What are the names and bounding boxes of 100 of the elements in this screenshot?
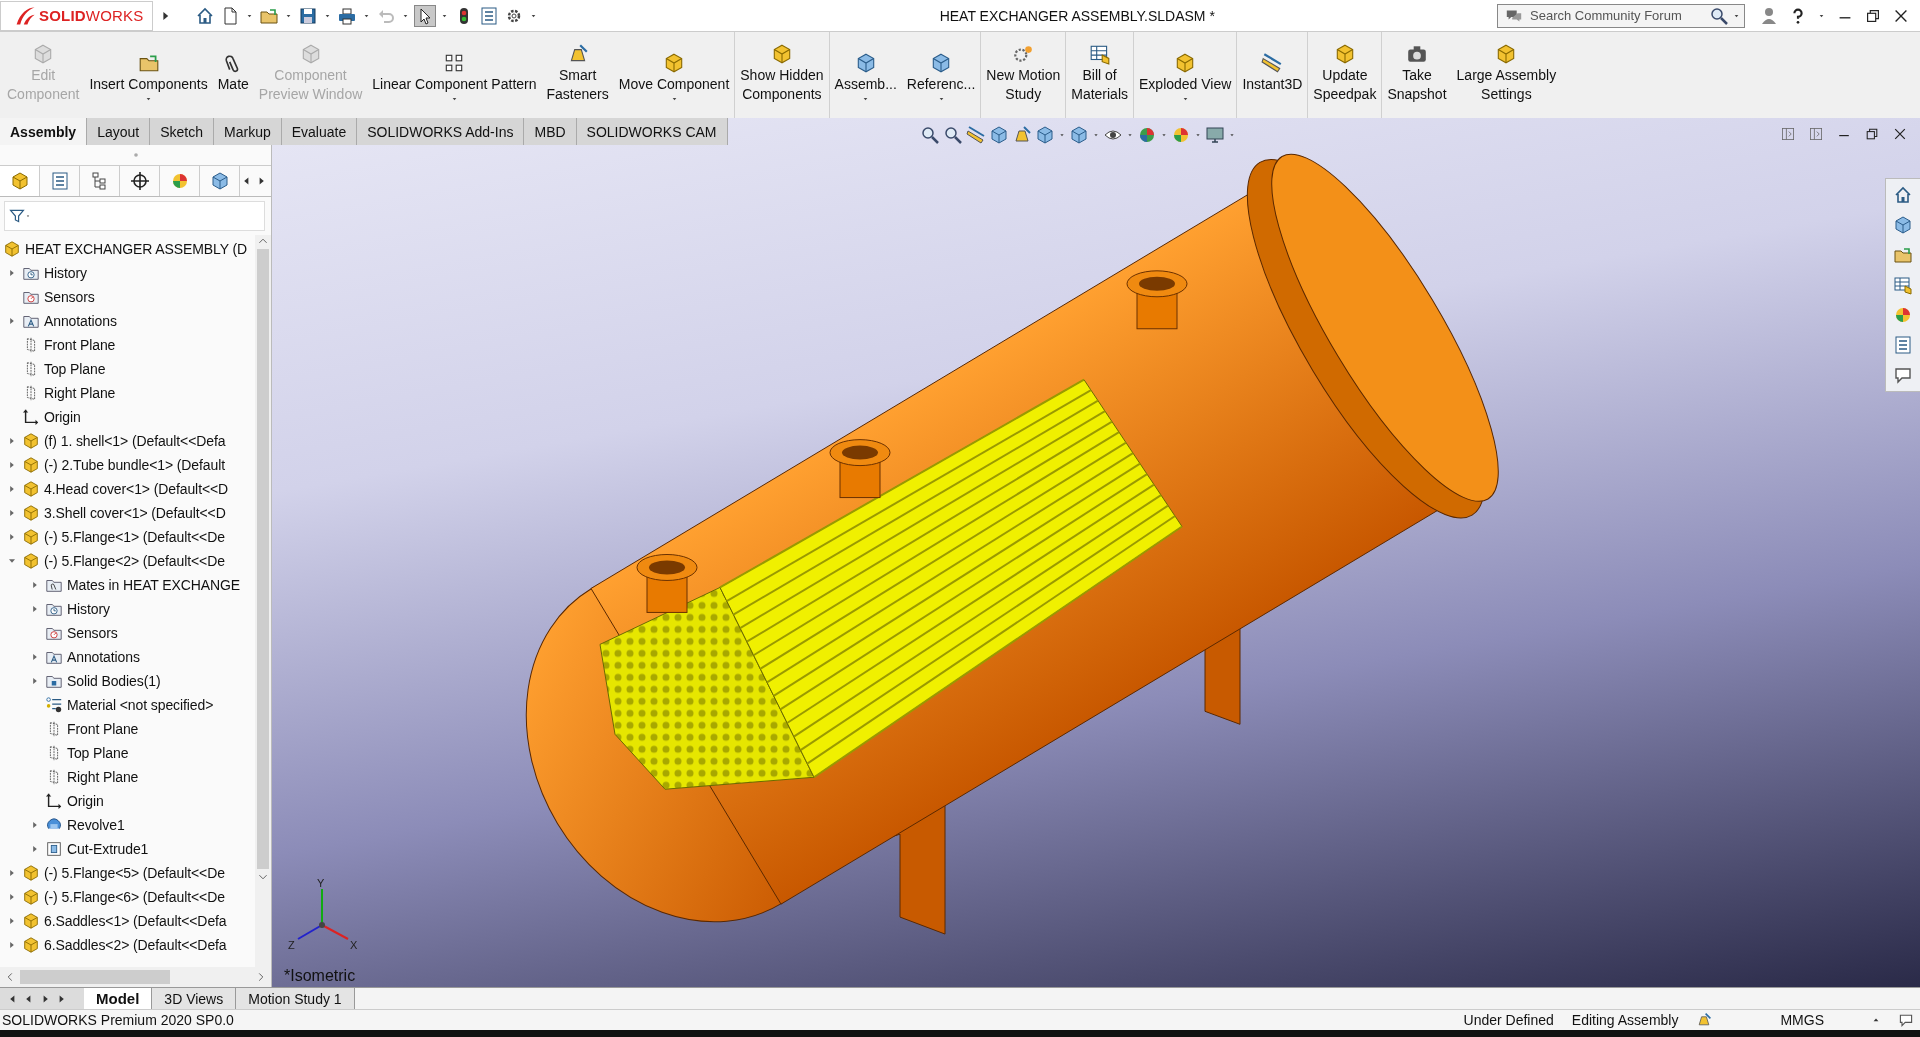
command-button[interactable]: Bill of Materials — [1066, 32, 1133, 118]
search-field[interactable]: Search Community Forum — [1497, 3, 1745, 28]
tree-item[interactable]: Top Plane — [44, 361, 106, 377]
speech-bubble-icon[interactable] — [1898, 1012, 1914, 1028]
speech-bubble-icon[interactable] — [1893, 365, 1913, 385]
tree-item[interactable]: Front Plane — [44, 337, 116, 353]
command-button[interactable]: Exploded View — [1134, 32, 1237, 118]
tree-item[interactable]: 3.Shell cover<1> (Default<<D — [44, 505, 226, 521]
cube-icon — [663, 52, 685, 74]
crosshair-icon[interactable] — [129, 171, 150, 191]
tree-item[interactable]: Origin — [44, 409, 81, 425]
command-button[interactable]: Instant3D — [1237, 32, 1308, 118]
tab[interactable]: MBD — [524, 118, 577, 145]
command-button[interactable]: Mate — [212, 32, 254, 118]
panel-icon[interactable] — [1808, 126, 1824, 142]
vertical-scrollbar[interactable] — [255, 235, 271, 967]
tree-item[interactable]: (-) 5.Flange<6> (Default<<De — [44, 889, 225, 905]
search-icon[interactable] — [1709, 5, 1729, 26]
tree-item[interactable]: 6.Saddles<2> (Default<<Defa — [44, 937, 227, 953]
tree-item[interactable]: History — [44, 265, 87, 281]
tree-item[interactable]: Right Plane — [67, 769, 139, 785]
cube-icon[interactable] — [1069, 125, 1089, 145]
horizontal-scrollbar[interactable] — [0, 967, 271, 987]
house-icon[interactable] — [1893, 185, 1913, 205]
command-button[interactable]: Smart Fasteners — [541, 32, 614, 118]
tab[interactable]: Evaluate — [281, 118, 358, 145]
monitor-icon[interactable] — [1205, 125, 1225, 145]
magnifier-icon[interactable] — [920, 125, 940, 145]
list-icon[interactable] — [1893, 335, 1913, 355]
tree-item[interactable]: HEAT EXCHANGER ASSEMBLY (D — [25, 241, 247, 257]
list-icon[interactable] — [478, 5, 499, 26]
tab[interactable]: Model — [84, 988, 153, 1009]
close-icon[interactable] — [1892, 126, 1908, 142]
scroll-thumb[interactable] — [20, 970, 170, 984]
tree-item[interactable]: (-) 5.Flange<1> (Default<<De — [44, 529, 225, 545]
command-button[interactable]: Linear Component Pattern — [367, 32, 542, 118]
tree-item[interactable]: Top Plane — [67, 745, 129, 761]
user-icon[interactable] — [1759, 5, 1779, 26]
tree-item[interactable]: (f) 1. shell<1> (Default<<Defa — [44, 433, 226, 449]
restore-icon[interactable] — [1864, 126, 1880, 142]
cube-icon[interactable] — [9, 171, 30, 191]
assembly-icon — [3, 240, 21, 258]
tab[interactable]: Markup — [214, 118, 282, 145]
tree-item[interactable]: Annotations — [44, 313, 117, 329]
tree-item[interactable]: Sensors — [44, 289, 95, 305]
cube-icon[interactable] — [1035, 125, 1055, 145]
save-icon[interactable] — [297, 5, 318, 26]
cube-icon[interactable] — [1893, 215, 1913, 235]
command-button[interactable]: Referenc... — [901, 32, 981, 118]
grip-dot-icon[interactable] — [132, 152, 139, 158]
filter-icon[interactable] — [9, 208, 25, 224]
tree-item[interactable]: Front Plane — [67, 721, 139, 737]
tree-item[interactable]: Right Plane — [44, 385, 116, 401]
command-button[interactable]: Insert Components — [84, 32, 213, 118]
status-text: Editing Assembly — [1571, 1012, 1679, 1028]
color-wheel-icon[interactable] — [1893, 305, 1913, 325]
tree-item[interactable]: Mates in HEAT EXCHANGE — [67, 577, 241, 593]
caret-up-icon[interactable] — [1872, 1016, 1880, 1024]
units-button[interactable]: MMGS — [1780, 1012, 1824, 1028]
tree-item[interactable]: (-) 2.Tube bundle<1> (Default — [44, 457, 226, 473]
tab[interactable]: Layout — [87, 118, 151, 145]
tab[interactable]: Sketch — [150, 118, 214, 145]
tree-item[interactable]: Origin — [67, 793, 104, 809]
tree-item[interactable]: Annotations — [67, 649, 140, 665]
filter-field[interactable] — [4, 201, 265, 231]
panel-icon[interactable] — [1780, 126, 1796, 142]
tree-item[interactable]: (-) 5.Flange<5> (Default<<De — [44, 865, 225, 881]
command-button[interactable]: Take Snapshot — [1382, 32, 1452, 118]
cube-icon[interactable] — [989, 125, 1009, 145]
folder-icon[interactable] — [1893, 245, 1913, 265]
tree-item[interactable]: Sensors — [67, 625, 118, 641]
cursor-icon[interactable] — [414, 5, 435, 26]
tree-item[interactable]: Revolve1 — [67, 817, 125, 833]
command-button[interactable]: Show Hidden Components — [735, 32, 829, 118]
tree-item[interactable]: Material <not specified> — [67, 697, 214, 713]
tab[interactable]: Assembly — [0, 118, 88, 145]
tab[interactable]: SOLIDWORKS CAM — [576, 118, 728, 145]
tree-item[interactable]: 4.Head cover<1> (Default<<D — [44, 481, 229, 497]
command-button[interactable]: Update Speedpak — [1308, 32, 1382, 118]
list-icon[interactable] — [49, 171, 70, 191]
magnifier-icon[interactable] — [943, 125, 963, 145]
tree-item[interactable]: (-) 5.Flange<2> (Default<<De — [44, 553, 225, 569]
command-button[interactable]: Move Component — [613, 32, 735, 118]
sphere-icon[interactable] — [1137, 125, 1157, 145]
tree-item[interactable]: Solid Bodies(1) — [67, 673, 161, 689]
tree-item[interactable]: History — [67, 601, 110, 617]
part-icon — [22, 456, 40, 474]
command-button[interactable]: New Motion Study — [981, 32, 1066, 118]
table-icon[interactable] — [1893, 275, 1913, 295]
tab[interactable]: SOLIDWORKS Add-Ins — [357, 118, 525, 145]
command-button[interactable]: Assemb... — [829, 32, 902, 118]
scroll-thumb[interactable] — [257, 249, 269, 869]
tab[interactable]: 3D Views — [152, 988, 237, 1009]
cube-icon[interactable] — [209, 171, 230, 191]
sphere-icon[interactable] — [1171, 125, 1191, 145]
tree-item[interactable]: Cut-Extrude1 — [67, 841, 149, 857]
tab[interactable]: Motion Study 1 — [236, 988, 355, 1009]
tree-item[interactable]: 6.Saddles<1> (Default<<Defa — [44, 913, 227, 929]
printer-icon[interactable] — [336, 5, 357, 26]
command-button[interactable]: Large Assembly Settings — [1451, 32, 1562, 118]
